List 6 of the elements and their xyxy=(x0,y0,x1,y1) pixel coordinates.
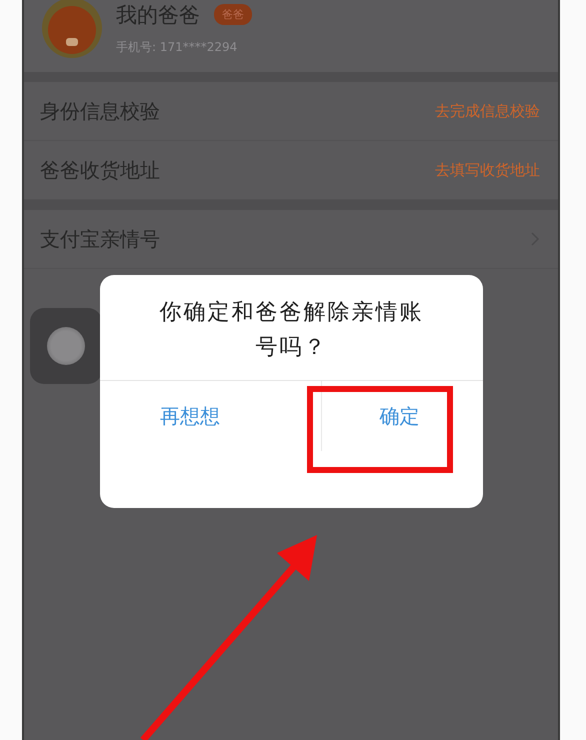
assistive-touch-button[interactable] xyxy=(30,308,102,384)
avatar-icon xyxy=(42,0,102,58)
dialog-message: 你确定和爸爸解除亲情账号吗？ xyxy=(158,299,424,362)
row-action: 去填写收货地址 xyxy=(435,160,540,180)
row-action: 去完成信息校验 xyxy=(435,102,540,120)
relation-badge: 爸爸 xyxy=(214,4,252,25)
